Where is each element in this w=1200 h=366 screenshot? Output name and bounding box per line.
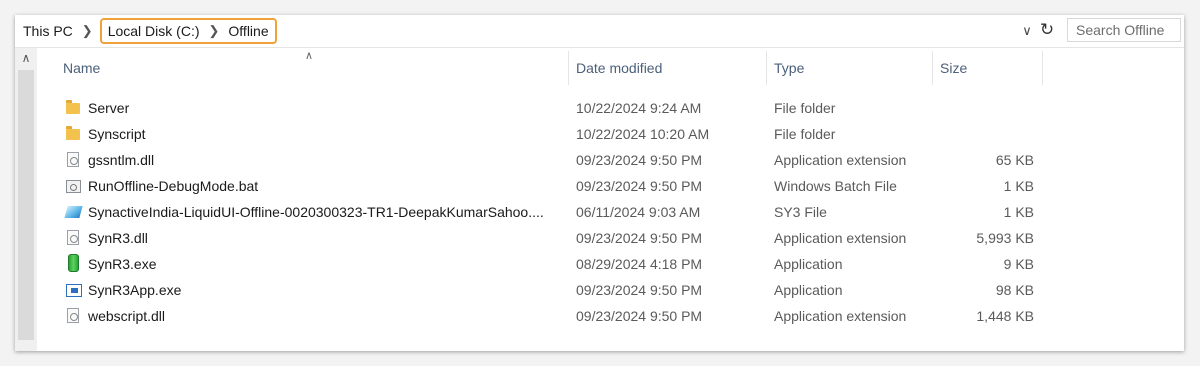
column-divider[interactable]: [766, 51, 767, 85]
file-date: 09/23/2024 9:50 PM: [576, 282, 703, 298]
file-date: 10/22/2024 10:20 AM: [576, 126, 710, 142]
breadcrumb-highlight: Local Disk (C:) ❯ Offline: [99, 18, 277, 44]
file-type: Application extension: [774, 230, 907, 246]
file-date: 06/11/2024 9:03 AM: [576, 204, 701, 220]
green-exe-icon: [68, 254, 79, 272]
dll-file-icon: [67, 308, 79, 323]
list-item[interactable]: webscript.dll 09/23/2024 9:50 PM Applica…: [60, 303, 1160, 329]
address-bar[interactable]: This PC ❯ Local Disk (C:) ❯ Offline ∨ ↻ …: [15, 15, 1184, 48]
breadcrumb-this-pc[interactable]: This PC: [21, 23, 75, 39]
file-name: Server: [88, 100, 130, 116]
file-date: 09/23/2024 9:50 PM: [576, 230, 703, 246]
column-header-date-modified[interactable]: Date modified: [576, 48, 662, 88]
dll-file-icon: [67, 230, 79, 245]
breadcrumb-local-disk[interactable]: Local Disk (C:): [106, 23, 202, 39]
file-size: 1 KB: [1003, 178, 1034, 194]
list-item[interactable]: Synscript 10/22/2024 10:20 AM File folde…: [60, 121, 1160, 147]
sy3-file-icon: [64, 206, 83, 218]
file-size: 1 KB: [1003, 204, 1034, 220]
breadcrumb-offline[interactable]: Offline: [226, 23, 270, 39]
file-type: File folder: [774, 100, 836, 116]
sort-ascending-icon: ∧: [305, 50, 314, 62]
file-date: 09/23/2024 9:50 PM: [576, 152, 703, 168]
search-input[interactable]: Search Offline: [1067, 18, 1181, 42]
column-divider[interactable]: [1042, 51, 1043, 85]
column-divider[interactable]: [568, 51, 569, 85]
file-type: Application: [774, 256, 843, 272]
list-item[interactable]: SynR3App.exe 09/23/2024 9:50 PM Applicat…: [60, 277, 1160, 303]
app-window-icon: [66, 284, 82, 297]
column-header-type[interactable]: Type: [774, 48, 804, 88]
file-type: Application extension: [774, 308, 907, 324]
folder-icon: [66, 100, 80, 114]
file-name: SynR3.dll: [88, 230, 148, 246]
refresh-icon[interactable]: ↻: [1037, 20, 1057, 40]
file-name: SynR3App.exe: [88, 282, 182, 298]
chevron-right-icon[interactable]: ❯: [82, 23, 93, 39]
folder-icon: [66, 126, 80, 140]
file-name: webscript.dll: [88, 308, 166, 324]
breadcrumb: This PC ❯ Local Disk (C:) ❯ Offline: [21, 15, 277, 47]
scrollbar-thumb[interactable]: [18, 70, 34, 340]
file-date: 09/23/2024 9:50 PM: [576, 178, 703, 194]
list-item[interactable]: gssntlm.dll 09/23/2024 9:50 PM Applicati…: [60, 147, 1160, 173]
scroll-up-icon[interactable]: ∧: [20, 52, 32, 64]
column-header-size[interactable]: Size: [940, 48, 967, 88]
batch-file-icon: [66, 180, 81, 193]
column-header-name[interactable]: Name: [63, 48, 100, 88]
file-date: 09/23/2024 9:50 PM: [576, 308, 703, 324]
file-name: SynR3.exe: [88, 256, 157, 272]
chevron-down-icon[interactable]: ∨: [1019, 22, 1035, 40]
list-item[interactable]: RunOffline-DebugMode.bat 09/23/2024 9:50…: [60, 173, 1160, 199]
list-item[interactable]: SynactiveIndia-LiquidUI-Offline-00203003…: [60, 199, 1160, 225]
file-size: 65 KB: [995, 152, 1034, 168]
file-type: Windows Batch File: [774, 178, 897, 194]
file-type: File folder: [774, 126, 836, 142]
column-divider[interactable]: [932, 51, 933, 85]
file-name: gssntlm.dll: [88, 152, 155, 168]
file-size: 9 KB: [1003, 256, 1034, 272]
list-item[interactable]: Server 10/22/2024 9:24 AM File folder: [60, 95, 1160, 121]
file-type: Application: [774, 282, 843, 298]
file-name: SynactiveIndia-LiquidUI-Offline-00203003…: [88, 204, 544, 220]
file-explorer-window: This PC ❯ Local Disk (C:) ❯ Offline ∨ ↻ …: [15, 15, 1184, 351]
file-type: SY3 File: [774, 204, 827, 220]
file-name: RunOffline-DebugMode.bat: [88, 178, 259, 194]
file-date: 08/29/2024 4:18 PM: [576, 256, 703, 272]
file-name: Synscript: [88, 126, 146, 142]
dll-file-icon: [67, 152, 79, 167]
file-size: 5,993 KB: [976, 230, 1034, 246]
file-type: Application extension: [774, 152, 907, 168]
chevron-right-icon[interactable]: ❯: [209, 23, 220, 39]
file-size: 98 KB: [995, 282, 1034, 298]
file-date: 10/22/2024 9:24 AM: [576, 100, 702, 116]
file-size: 1,448 KB: [976, 308, 1034, 324]
vertical-scrollbar[interactable]: ∧: [15, 48, 37, 351]
list-item[interactable]: SynR3.dll 09/23/2024 9:50 PM Application…: [60, 225, 1160, 251]
list-item[interactable]: SynR3.exe 08/29/2024 4:18 PM Application…: [60, 251, 1160, 277]
